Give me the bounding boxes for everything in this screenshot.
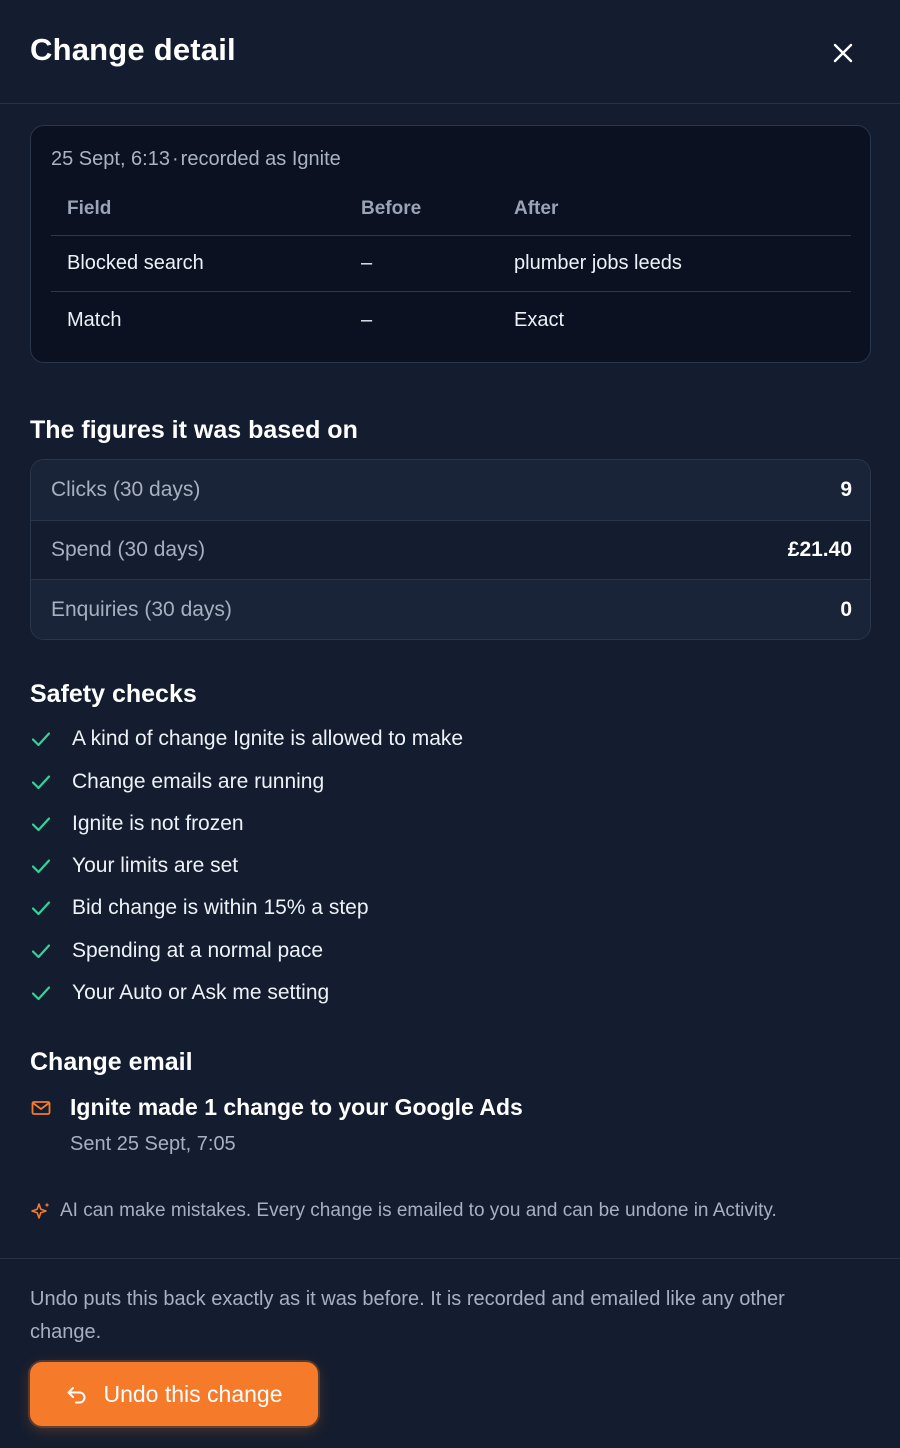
check-icon — [30, 813, 52, 835]
figures-list: Clicks (30 days) 9 Spend (30 days) £21.4… — [30, 459, 871, 640]
record-separator: · — [171, 148, 179, 170]
list-item: Spend (30 days) £21.40 — [31, 521, 870, 580]
check-icon — [30, 855, 52, 877]
cell-field: Blocked search — [67, 252, 204, 274]
check-icon — [30, 771, 52, 793]
safety-check-item: Change emails are running — [30, 767, 324, 797]
safety-check-item: Bid change is within 15% a step — [30, 893, 369, 923]
cell-before: – — [361, 252, 373, 274]
record-meta: 25 Sept, 6:13 · recorded as Ignite — [51, 148, 341, 171]
figure-label: Clicks (30 days) — [51, 478, 201, 501]
figure-label: Spend (30 days) — [51, 538, 206, 561]
safety-check-item: Spending at a normal pace — [30, 936, 323, 966]
check-icon — [30, 982, 52, 1004]
safety-check-item: Your limits are set — [30, 851, 238, 881]
check-icon — [30, 897, 52, 919]
list-item: Enquiries (30 days) 0 — [31, 580, 870, 639]
mail-icon — [30, 1097, 52, 1119]
safety-check-item: A kind of change Ignite is allowed to ma… — [30, 724, 463, 754]
safety-check-label: A kind of change Ignite is allowed to ma… — [72, 727, 464, 750]
cell-before: – — [361, 308, 373, 331]
column-header-after: After — [514, 197, 559, 219]
safety-checks-title: Safety checks — [30, 680, 197, 708]
cell-field: Match — [67, 308, 122, 331]
figure-value: 0 — [840, 598, 852, 621]
safety-check-label: Your Auto or Ask me setting — [72, 981, 330, 1004]
undo-button[interactable]: Undo this change — [30, 1362, 318, 1426]
change-detail-panel: Change detail 25 Sept, 6:13 · recorded as … — [0, 0, 900, 1448]
column-header-field: Field — [67, 197, 112, 219]
record-source: recorded as Ignite — [180, 148, 341, 170]
list-item: Clicks (30 days) 9 — [31, 460, 870, 521]
close-icon — [833, 43, 853, 63]
safety-check-item: Ignite is not frozen — [30, 809, 244, 839]
ai-disclaimer: AI can make mistakes. Every change is em… — [30, 1200, 777, 1222]
safety-check-label: Change emails are running — [72, 770, 325, 793]
safety-check-label: Your limits are set — [72, 854, 239, 877]
figure-label: Enquiries (30 days) — [51, 598, 232, 621]
column-header-before: Before — [361, 197, 422, 219]
change-email-title: Change email — [30, 1048, 193, 1076]
change-email-link[interactable]: Ignite made 1 change to your Google Ads — [30, 1094, 523, 1121]
email-subject: Ignite made 1 change to your Google Ads — [70, 1094, 523, 1120]
sparkle-icon — [30, 1200, 52, 1222]
check-icon — [30, 728, 52, 750]
panel-footer: Undo puts this back exactly as it was be… — [0, 1258, 900, 1448]
table-row: Match – Exact — [51, 292, 851, 348]
record-timestamp: 25 Sept, 6:13 — [51, 148, 170, 170]
figure-value: £21.40 — [787, 538, 852, 561]
panel-header: Change detail — [0, 0, 900, 104]
undo-icon — [65, 1382, 89, 1406]
ai-disclaimer-text: AI can make mistakes. Every change is em… — [60, 1200, 777, 1221]
change-record-card: 25 Sept, 6:13 · recorded as Ignite Field B… — [30, 125, 871, 363]
undo-explanation: Undo puts this back exactly as it was be… — [30, 1288, 785, 1343]
figures-title: The figures it was based on — [30, 416, 358, 444]
figure-value: 9 — [840, 478, 852, 501]
safety-check-item: Your Auto or Ask me setting — [30, 978, 329, 1008]
cell-after: Exact — [514, 308, 565, 331]
cell-after: plumber jobs leeds — [514, 252, 682, 274]
close-button[interactable] — [826, 36, 860, 70]
table-row: Blocked search – plumber jobs leeds — [51, 236, 851, 292]
page-title: Change detail — [30, 32, 236, 67]
safety-check-label: Bid change is within 15% a step — [72, 896, 369, 919]
undo-button-label: Undo this change — [103, 1380, 283, 1407]
check-icon — [30, 940, 52, 962]
safety-check-label: Ignite is not frozen — [72, 812, 244, 835]
safety-check-label: Spending at a normal pace — [72, 939, 324, 962]
table-header: Field Before After — [51, 182, 851, 236]
email-sent-time: Sent 25 Sept, 7:05 — [70, 1133, 236, 1155]
